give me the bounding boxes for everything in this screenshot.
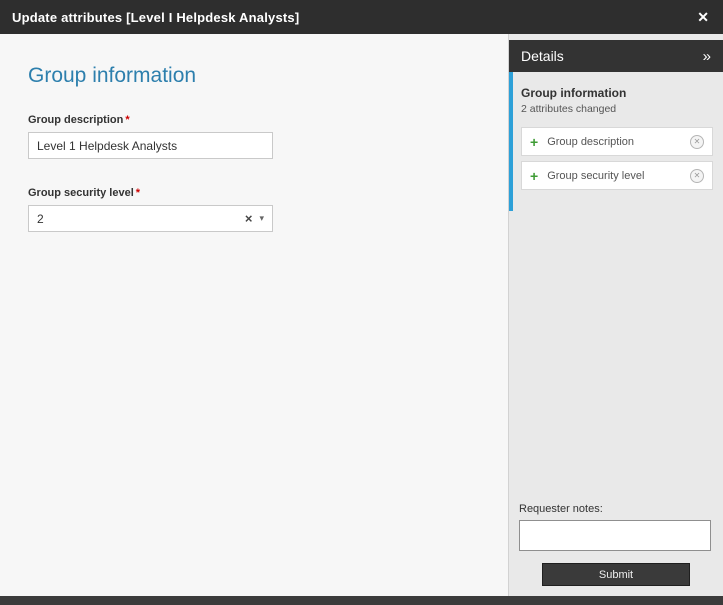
group-description-label: Group description * [28,114,480,126]
group-security-level-label: Group security level * [28,187,480,199]
update-attributes-dialog: Update attributes [Level I Helpdesk Anal… [0,0,723,605]
page-title: Group information [28,64,197,87]
details-header-title: Details [521,48,564,64]
plus-icon: + [530,133,539,150]
group-security-level-label-text: Group security level [28,187,134,199]
clear-icon[interactable]: × [245,212,253,225]
chevron-down-icon[interactable]: ▾ [259,214,264,223]
plus-icon: + [530,167,539,184]
required-asterisk: * [125,114,130,126]
requester-notes-input[interactable] [519,520,711,551]
changes-panel: Group information 2 attributes changed +… [509,72,723,211]
dialog-title: Update attributes [Level I Helpdesk Anal… [12,9,300,25]
remove-change-icon[interactable]: ✕ [690,168,704,183]
requester-notes-section: Requester notes: [509,503,723,551]
dialog-bottom-strip [0,596,723,605]
field-group-description: Group description * [28,114,480,159]
requester-notes-label: Requester notes: [519,503,603,515]
close-icon[interactable]: ✕ [695,9,711,26]
field-group-security-level: Group security level * 2 × ▾ [28,187,480,232]
changed-attribute-row: + Group security level ✕ [521,161,713,190]
main-content: Group information Group description* Gro… [0,34,508,596]
group-security-level-combobox[interactable]: 2 × ▾ [28,205,273,232]
changes-section-title: Group information [521,86,627,100]
submit-row: Submit [509,551,723,596]
details-sidebar: Details » Group information 2 attributes… [508,34,723,596]
changed-attribute-row: + Group description ✕ [521,127,713,156]
combobox-selected-value: 2 [37,211,44,226]
dialog-body: Group information Group description* Gro… [0,34,723,596]
required-asterisk: * [135,187,141,199]
submit-button[interactable]: Submit [542,563,690,586]
changes-summary: 2 attributes changed [521,103,617,115]
changed-attribute-label: Group security level [547,169,645,182]
dialog-titlebar: Update attributes [Level I Helpdesk Anal… [0,0,723,34]
changed-attribute-label: Group description [547,135,635,148]
collapse-panel-icon[interactable]: » [703,48,711,65]
group-description-input[interactable] [28,132,273,159]
details-header: Details » [509,40,723,72]
remove-change-icon[interactable]: ✕ [690,134,704,149]
group-description-label-text: Group description [28,114,124,126]
